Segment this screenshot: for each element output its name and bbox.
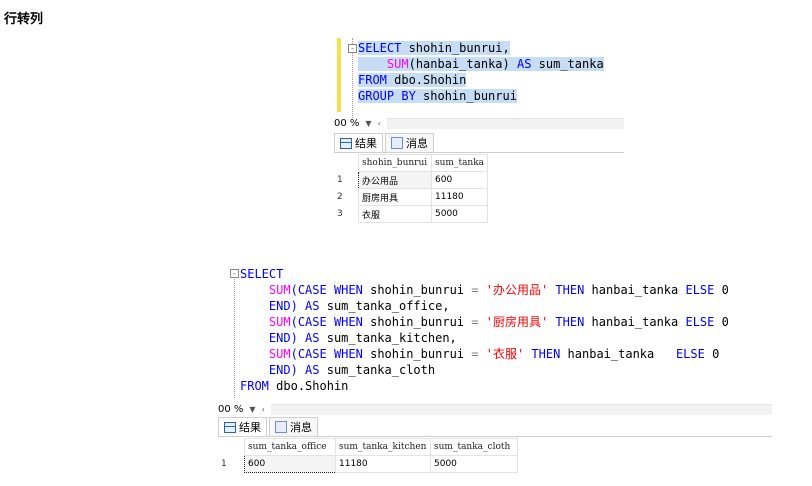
- query1-h-scrollbar[interactable]: [386, 117, 624, 129]
- column-header[interactable]: sum_tanka_kitchen: [335, 438, 431, 456]
- row-number: 3: [337, 209, 343, 219]
- table-header-row: sum_tanka_office sum_tanka_kitchen sum_t…: [218, 438, 518, 456]
- query2-zoombar: 00 % ▼ ‹: [218, 402, 772, 416]
- chevron-down-icon[interactable]: ▼: [365, 119, 371, 128]
- row-number-header: [218, 439, 245, 456]
- row-number: 2: [337, 192, 343, 202]
- column-header[interactable]: sum_tanka_cloth: [430, 438, 518, 456]
- messages-icon: [391, 137, 403, 149]
- column-header[interactable]: shohin_bunrui: [358, 154, 432, 172]
- query2-tab-results-label: 结果: [239, 421, 261, 434]
- query1-line-2: SUM(hanbai_tanka) AS sum_tanka: [358, 56, 604, 72]
- query2-tab-messages[interactable]: 消息: [269, 417, 318, 436]
- column-header[interactable]: sum_tanka: [430, 154, 489, 172]
- messages-icon: [275, 421, 287, 433]
- table-row[interactable]: 3 衣服 5000: [334, 205, 489, 223]
- query1-result-tabs: 结果 消息: [334, 133, 624, 153]
- column-header[interactable]: sum_tanka_office: [244, 438, 336, 456]
- query1-editor[interactable]: - SELECT shohin_bunrui, SUM(hanbai_tanka…: [334, 38, 626, 118]
- query1-tab-messages-label: 消息: [406, 137, 428, 150]
- query2-tab-messages-label: 消息: [290, 421, 312, 434]
- query1-zoom-level[interactable]: 00 %: [334, 118, 359, 129]
- fold-minus-icon[interactable]: -: [348, 44, 357, 53]
- table-cell[interactable]: 600: [430, 171, 489, 189]
- scroll-left-icon[interactable]: ‹: [378, 119, 381, 128]
- query1-change-bar: [337, 38, 341, 112]
- table-cell[interactable]: 5000: [430, 455, 518, 473]
- table-cell[interactable]: 11180: [430, 188, 489, 206]
- query2-line-2: SUM(CASE WHEN shohin_bunrui = '办公用品' THE…: [268, 283, 729, 297]
- query1-line-1: SELECT shohin_bunrui,: [358, 41, 510, 55]
- table-cell[interactable]: 办公用品: [358, 171, 432, 189]
- query2-zoom-level[interactable]: 00 %: [218, 404, 243, 415]
- query2-fold-line: [234, 272, 235, 398]
- query2-h-scrollbar[interactable]: [270, 403, 772, 415]
- query2-line-5: END) AS sum_tanka_kitchen,: [268, 331, 457, 345]
- query2-result-tabs: 结果 消息: [218, 417, 772, 437]
- row-number: 1: [337, 175, 343, 185]
- fold-minus-icon[interactable]: -: [230, 269, 239, 278]
- query2-line-6: SUM(CASE WHEN shohin_bunrui = '衣服' THEN …: [268, 347, 720, 361]
- query1-results-grid: shohin_bunrui sum_tanka 1 办公用品 600 2 厨房用…: [334, 154, 489, 223]
- query1-panel: - SELECT shohin_bunrui, SUM(hanbai_tanka…: [334, 38, 626, 223]
- query1-tab-results[interactable]: 结果: [334, 133, 383, 152]
- query2-line-3: END) AS sum_tanka_office,: [268, 299, 450, 313]
- table-cell[interactable]: 衣服: [358, 205, 432, 223]
- query2-line-4: SUM(CASE WHEN shohin_bunrui = '厨房用具' THE…: [268, 315, 729, 329]
- table-row[interactable]: 1 600 11180 5000: [218, 455, 518, 473]
- grid-icon: [340, 137, 352, 149]
- table-cell[interactable]: 厨房用具: [358, 188, 432, 206]
- chevron-down-icon[interactable]: ▼: [249, 405, 255, 414]
- query2-panel: - SELECT SUM(CASE WHEN shohin_bunrui = '…: [218, 262, 774, 476]
- query1-zoombar: 00 % ▼ ‹: [334, 116, 624, 130]
- table-cell[interactable]: 600: [244, 455, 336, 473]
- query1-tab-messages[interactable]: 消息: [385, 133, 434, 152]
- table-row[interactable]: 1 办公用品 600: [334, 171, 489, 189]
- table-row[interactable]: 2 厨房用具 11180: [334, 188, 489, 206]
- query2-line-7: END) AS sum_tanka_cloth: [268, 363, 436, 377]
- query2-line-1: SELECT: [240, 267, 284, 281]
- query1-tab-results-label: 结果: [355, 137, 377, 150]
- row-number-header: [334, 155, 359, 172]
- query1-line-4: GROUP BY shohin_bunrui: [358, 89, 517, 103]
- query2-line-8: FROM dbo.Shohin: [240, 379, 349, 393]
- table-cell[interactable]: 11180: [335, 455, 431, 473]
- query2-tab-results[interactable]: 结果: [218, 417, 267, 436]
- query2-results-grid: sum_tanka_office sum_tanka_kitchen sum_t…: [218, 438, 518, 473]
- table-header-row: shohin_bunrui sum_tanka: [334, 154, 489, 172]
- query1-line-3: FROM dbo.Shohin: [358, 73, 467, 87]
- grid-icon: [224, 421, 236, 433]
- table-cell[interactable]: 5000: [430, 205, 489, 223]
- scroll-left-icon[interactable]: ‹: [262, 405, 265, 414]
- row-number: 1: [221, 459, 227, 469]
- page-heading: 行转列: [4, 12, 44, 27]
- query2-editor[interactable]: - SELECT SUM(CASE WHEN shohin_bunrui = '…: [218, 262, 774, 398]
